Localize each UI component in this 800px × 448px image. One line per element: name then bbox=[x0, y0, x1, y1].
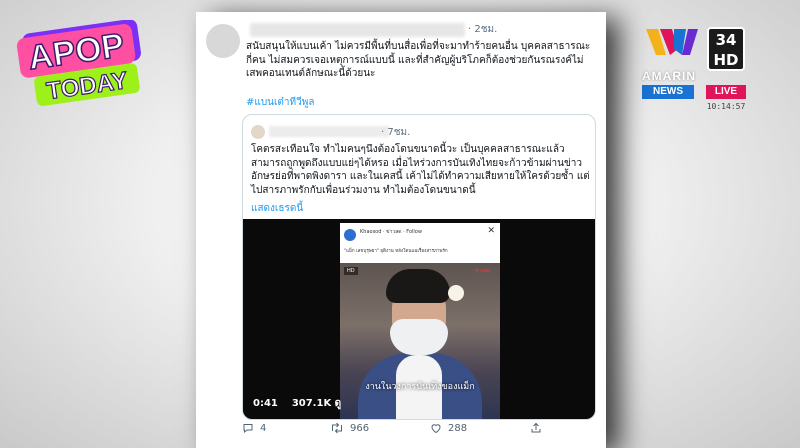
video-still: HD ข่าวสด งานในวงการบันเทิงของแม็ก bbox=[340, 263, 500, 419]
amarin-mark-icon bbox=[646, 29, 698, 55]
source-logo-icon bbox=[344, 229, 356, 241]
retweet-icon bbox=[332, 422, 342, 434]
video-frame: Khaosod · ข่าวสด · Follow ✕ "แม็ก เลขบุร… bbox=[340, 223, 500, 419]
channel-brand: AMARIN bbox=[642, 69, 696, 83]
background-flower bbox=[448, 285, 464, 301]
tweet-time[interactable]: · 2ชม. bbox=[468, 22, 497, 37]
video-views: 307.1K ดู bbox=[291, 398, 342, 409]
tweet-text: สนับสนุนให้แบนเค้า ไม่ควรมีพื้นที่บนสื่อ… bbox=[246, 41, 591, 79]
reply-button[interactable]: 4 bbox=[242, 422, 266, 434]
news-badge: NEWS bbox=[642, 85, 694, 99]
heart-icon bbox=[431, 424, 441, 434]
show-thread-link[interactable]: แสดงเธรดนี้ bbox=[251, 201, 303, 216]
reply-icon bbox=[243, 424, 253, 434]
tweet-actions: 4 966 288 bbox=[242, 422, 592, 442]
like-count: 288 bbox=[448, 423, 468, 434]
video-red-tag: ข่าวสด bbox=[474, 268, 490, 274]
reply-count: 4 bbox=[260, 423, 267, 434]
quoted-avatar[interactable] bbox=[251, 125, 265, 139]
channel-number-badge: 34 HD bbox=[707, 27, 745, 71]
quoted-tweet-time[interactable]: · 7ชม. bbox=[381, 125, 410, 140]
quoted-tweet[interactable]: · 7ชม. โคตรสะเทือนใจ ทำไมคนๆนึงต้องโดนขน… bbox=[242, 114, 596, 420]
retweet-button[interactable]: 966 bbox=[330, 422, 369, 434]
live-badge: LIVE bbox=[706, 85, 746, 99]
close-icon: ✕ bbox=[487, 226, 495, 236]
video-tag: HD bbox=[344, 267, 358, 275]
video-subtitle: งานในวงการบันเทิงของแม็ก bbox=[365, 382, 475, 392]
retweet-count: 966 bbox=[350, 423, 370, 434]
apop-logo-graphic: APOP TODAY bbox=[16, 19, 141, 106]
channel-hd: HD bbox=[713, 51, 739, 69]
embedded-post-header: Khaosod · ข่าวสด · Follow ✕ "แม็ก เลขบุร… bbox=[340, 223, 500, 263]
video-duration: 0:41 bbox=[253, 398, 278, 409]
video-player[interactable]: Khaosod · ข่าวสด · Follow ✕ "แม็ก เลขบุร… bbox=[243, 219, 595, 419]
quoted-tweet-text: โคตรสะเทือนใจ ทำไมคนๆนึงต้องโดนขนาดนี้วะ… bbox=[251, 144, 590, 196]
person-hair bbox=[386, 269, 450, 303]
broadcast-time: 10:14:57 bbox=[706, 102, 746, 111]
quoted-blurred-username[interactable] bbox=[269, 126, 389, 137]
share-button[interactable] bbox=[530, 422, 548, 434]
tweet-card: · 2ชม. สนับสนุนให้แบนเค้า ไม่ควรมีพื้นที… bbox=[196, 12, 606, 448]
like-button[interactable]: 288 bbox=[430, 422, 467, 434]
apop-today-logo: APOP TODAY bbox=[14, 19, 152, 108]
source-name: Khaosod · ข่าวสด · Follow bbox=[360, 229, 422, 235]
hashtag-link[interactable]: #แบนเต๋าทีวีพูล bbox=[246, 95, 314, 110]
channel-number: 34 bbox=[715, 31, 737, 49]
face-mask bbox=[390, 319, 448, 355]
amarin-channel-logo: 34 HD AMARIN NEWS LIVE 10:14:57 bbox=[640, 25, 750, 115]
video-stats: 0:41 307.1K ดู bbox=[253, 396, 341, 411]
blurred-username[interactable] bbox=[250, 23, 465, 37]
share-icon bbox=[531, 422, 541, 433]
avatar[interactable] bbox=[206, 24, 240, 58]
embedded-caption: "แม็ก เลขบุรุษยา" ยุติงาน หลังโดนแฉเรื่อ… bbox=[344, 249, 448, 254]
